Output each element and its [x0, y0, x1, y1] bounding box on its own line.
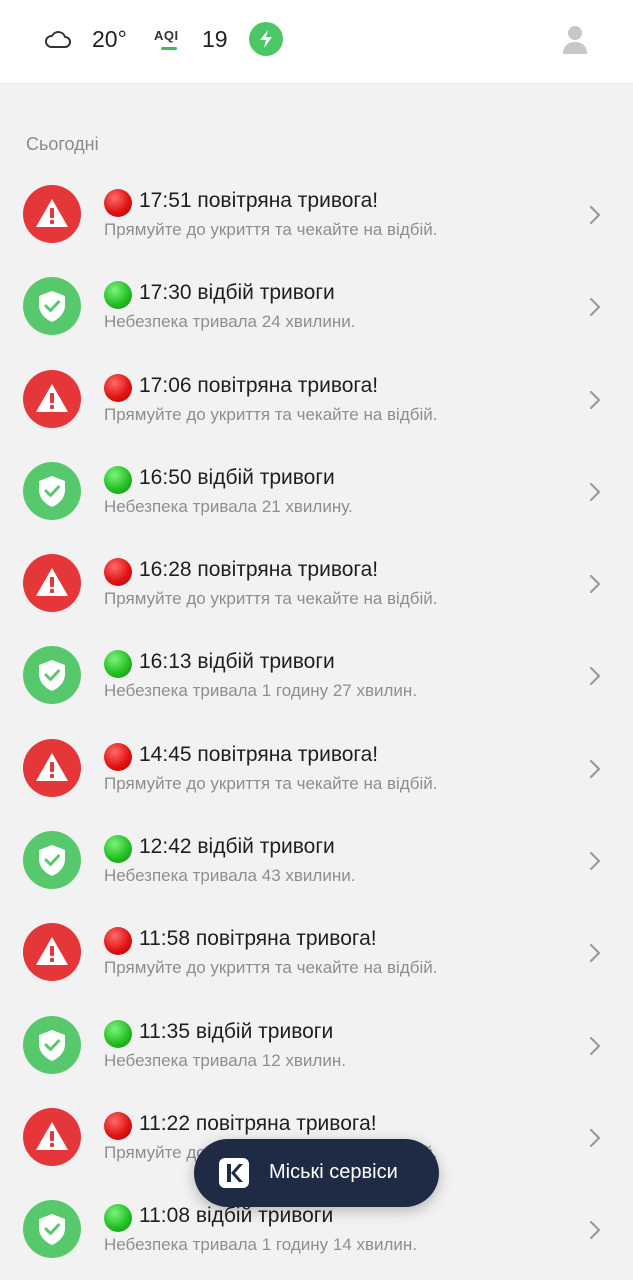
event-title: 11:35 відбій тривоги: [139, 1019, 334, 1043]
shield-check-icon: [23, 277, 81, 336]
city-services-label: Міські сервіси: [269, 1161, 398, 1183]
event-row[interactable]: 14:45 повітряна тривога! Прямуйте до укри…: [0, 714, 633, 806]
event-title: 16:13 відбій тривоги: [139, 650, 335, 674]
event-title: 12:42 відбій тривоги: [139, 835, 335, 859]
green-circle-icon: [104, 650, 132, 679]
warning-icon: [23, 738, 81, 797]
red-circle-icon: [104, 927, 132, 956]
event-title: 11:22 повітряна тривога!: [139, 1111, 377, 1135]
event-title: 14:45 повітряна тривога!: [139, 742, 379, 766]
shield-check-icon: [23, 1200, 81, 1259]
shield-check-icon: [23, 831, 81, 890]
chevron-right-icon: [589, 667, 601, 686]
top-bar: 20° AQI 19: [0, 0, 633, 84]
event-title: 11:08 відбій тривоги: [139, 1204, 334, 1228]
cloud-icon: [45, 31, 71, 48]
event-subtitle: Небезпека тривала 21 хвилину.: [104, 496, 353, 516]
event-title: 17:51 повітряна тривога!: [139, 189, 379, 212]
green-circle-icon: [104, 1204, 132, 1233]
event-row[interactable]: 17:51 повітряна тривога! Прямуйте до укри…: [0, 160, 633, 252]
user-avatar-icon[interactable]: [561, 24, 589, 56]
event-title: 16:50 відбій тривоги: [139, 465, 335, 489]
event-subtitle: Прямуйте до укриття та чекайте на відбій…: [104, 589, 438, 609]
event-subtitle: Прямуйте до укриття та чекайте на відбій…: [104, 404, 438, 424]
chevron-right-icon: [589, 390, 601, 409]
chevron-right-icon: [589, 759, 601, 778]
red-circle-icon: [104, 1111, 132, 1140]
shield-check-icon: [23, 646, 81, 705]
event-subtitle: Небезпека тривала 12 хвилин.: [104, 1050, 346, 1070]
event-title: 17:30 відбій тривоги: [139, 281, 335, 305]
red-circle-icon: [104, 373, 132, 402]
red-circle-icon: [104, 558, 132, 587]
kyiv-logo-icon: [219, 1158, 249, 1188]
warning-icon: [23, 554, 81, 613]
event-list: 17:51 повітряна тривога! Прямуйте до укри…: [0, 160, 633, 1268]
event-subtitle: Прямуйте до укриття та чекайте на відбій…: [104, 958, 438, 978]
chevron-right-icon: [589, 944, 601, 963]
event-row[interactable]: 16:50 відбій тривоги Небезпека тривала 21…: [0, 437, 633, 529]
event-title: 17:06 повітряна тривога!: [139, 373, 379, 397]
green-circle-icon: [104, 835, 132, 864]
aqi-indicator: [161, 47, 177, 50]
event-row[interactable]: 16:28 повітряна тривога! Прямуйте до укри…: [0, 529, 633, 621]
warning-icon: [23, 185, 81, 243]
event-row[interactable]: 17:06 повітряна тривога! Прямуйте до укри…: [0, 345, 633, 437]
event-subtitle: Прямуйте до укриття та чекайте на відбій…: [104, 773, 438, 793]
chevron-right-icon: [589, 575, 601, 594]
warning-icon: [23, 1107, 81, 1166]
event-row[interactable]: 12:42 відбій тривоги Небезпека тривала 43…: [0, 806, 633, 898]
power-status-button[interactable]: [249, 22, 283, 56]
warning-icon: [23, 923, 81, 982]
chevron-right-icon: [589, 1036, 601, 1055]
section-title-today: Сьогодні: [26, 134, 99, 154]
event-row[interactable]: 11:58 повітряна тривога! Прямуйте до укри…: [0, 898, 633, 990]
aqi-label: AQI: [154, 28, 179, 43]
chevron-right-icon: [589, 1128, 601, 1148]
chevron-right-icon: [589, 205, 601, 225]
city-services-button[interactable]: Міські сервіси: [194, 1139, 439, 1207]
lightning-bolt-icon: [260, 30, 272, 48]
chevron-right-icon: [589, 482, 601, 501]
green-circle-icon: [104, 281, 132, 310]
aqi-value: 19: [202, 26, 228, 52]
event-subtitle: Прямуйте до укриття та чекайте на відбій…: [104, 220, 438, 239]
red-circle-icon: [104, 189, 132, 217]
shield-check-icon: [23, 461, 81, 520]
event-subtitle: Небезпека тривала 43 хвилини.: [104, 866, 356, 886]
event-row[interactable]: 16:13 відбій тривоги Небезпека тривала 1 …: [0, 621, 633, 713]
event-row[interactable]: 11:35 відбій тривоги Небезпека тривала 12…: [0, 991, 633, 1083]
chevron-right-icon: [589, 298, 601, 317]
warning-icon: [23, 369, 81, 428]
shield-check-icon: [23, 1015, 81, 1074]
event-subtitle: Небезпека тривала 24 хвилини.: [104, 312, 356, 332]
event-row[interactable]: 17:30 відбій тривоги Небезпека тривала 24…: [0, 252, 633, 344]
event-subtitle: Небезпека тривала 1 годину 14 хвилин.: [104, 1235, 418, 1255]
chevron-right-icon: [589, 1221, 601, 1240]
green-circle-icon: [104, 1019, 132, 1048]
event-title: 11:58 повітряна тривога!: [139, 927, 377, 951]
event-subtitle: Небезпека тривала 1 годину 27 хвилин.: [104, 681, 418, 701]
event-title: 16:28 повітряна тривога!: [139, 558, 379, 582]
temperature-value: 20°: [92, 26, 127, 52]
chevron-right-icon: [589, 851, 601, 871]
red-circle-icon: [104, 742, 132, 771]
green-circle-icon: [104, 465, 132, 494]
